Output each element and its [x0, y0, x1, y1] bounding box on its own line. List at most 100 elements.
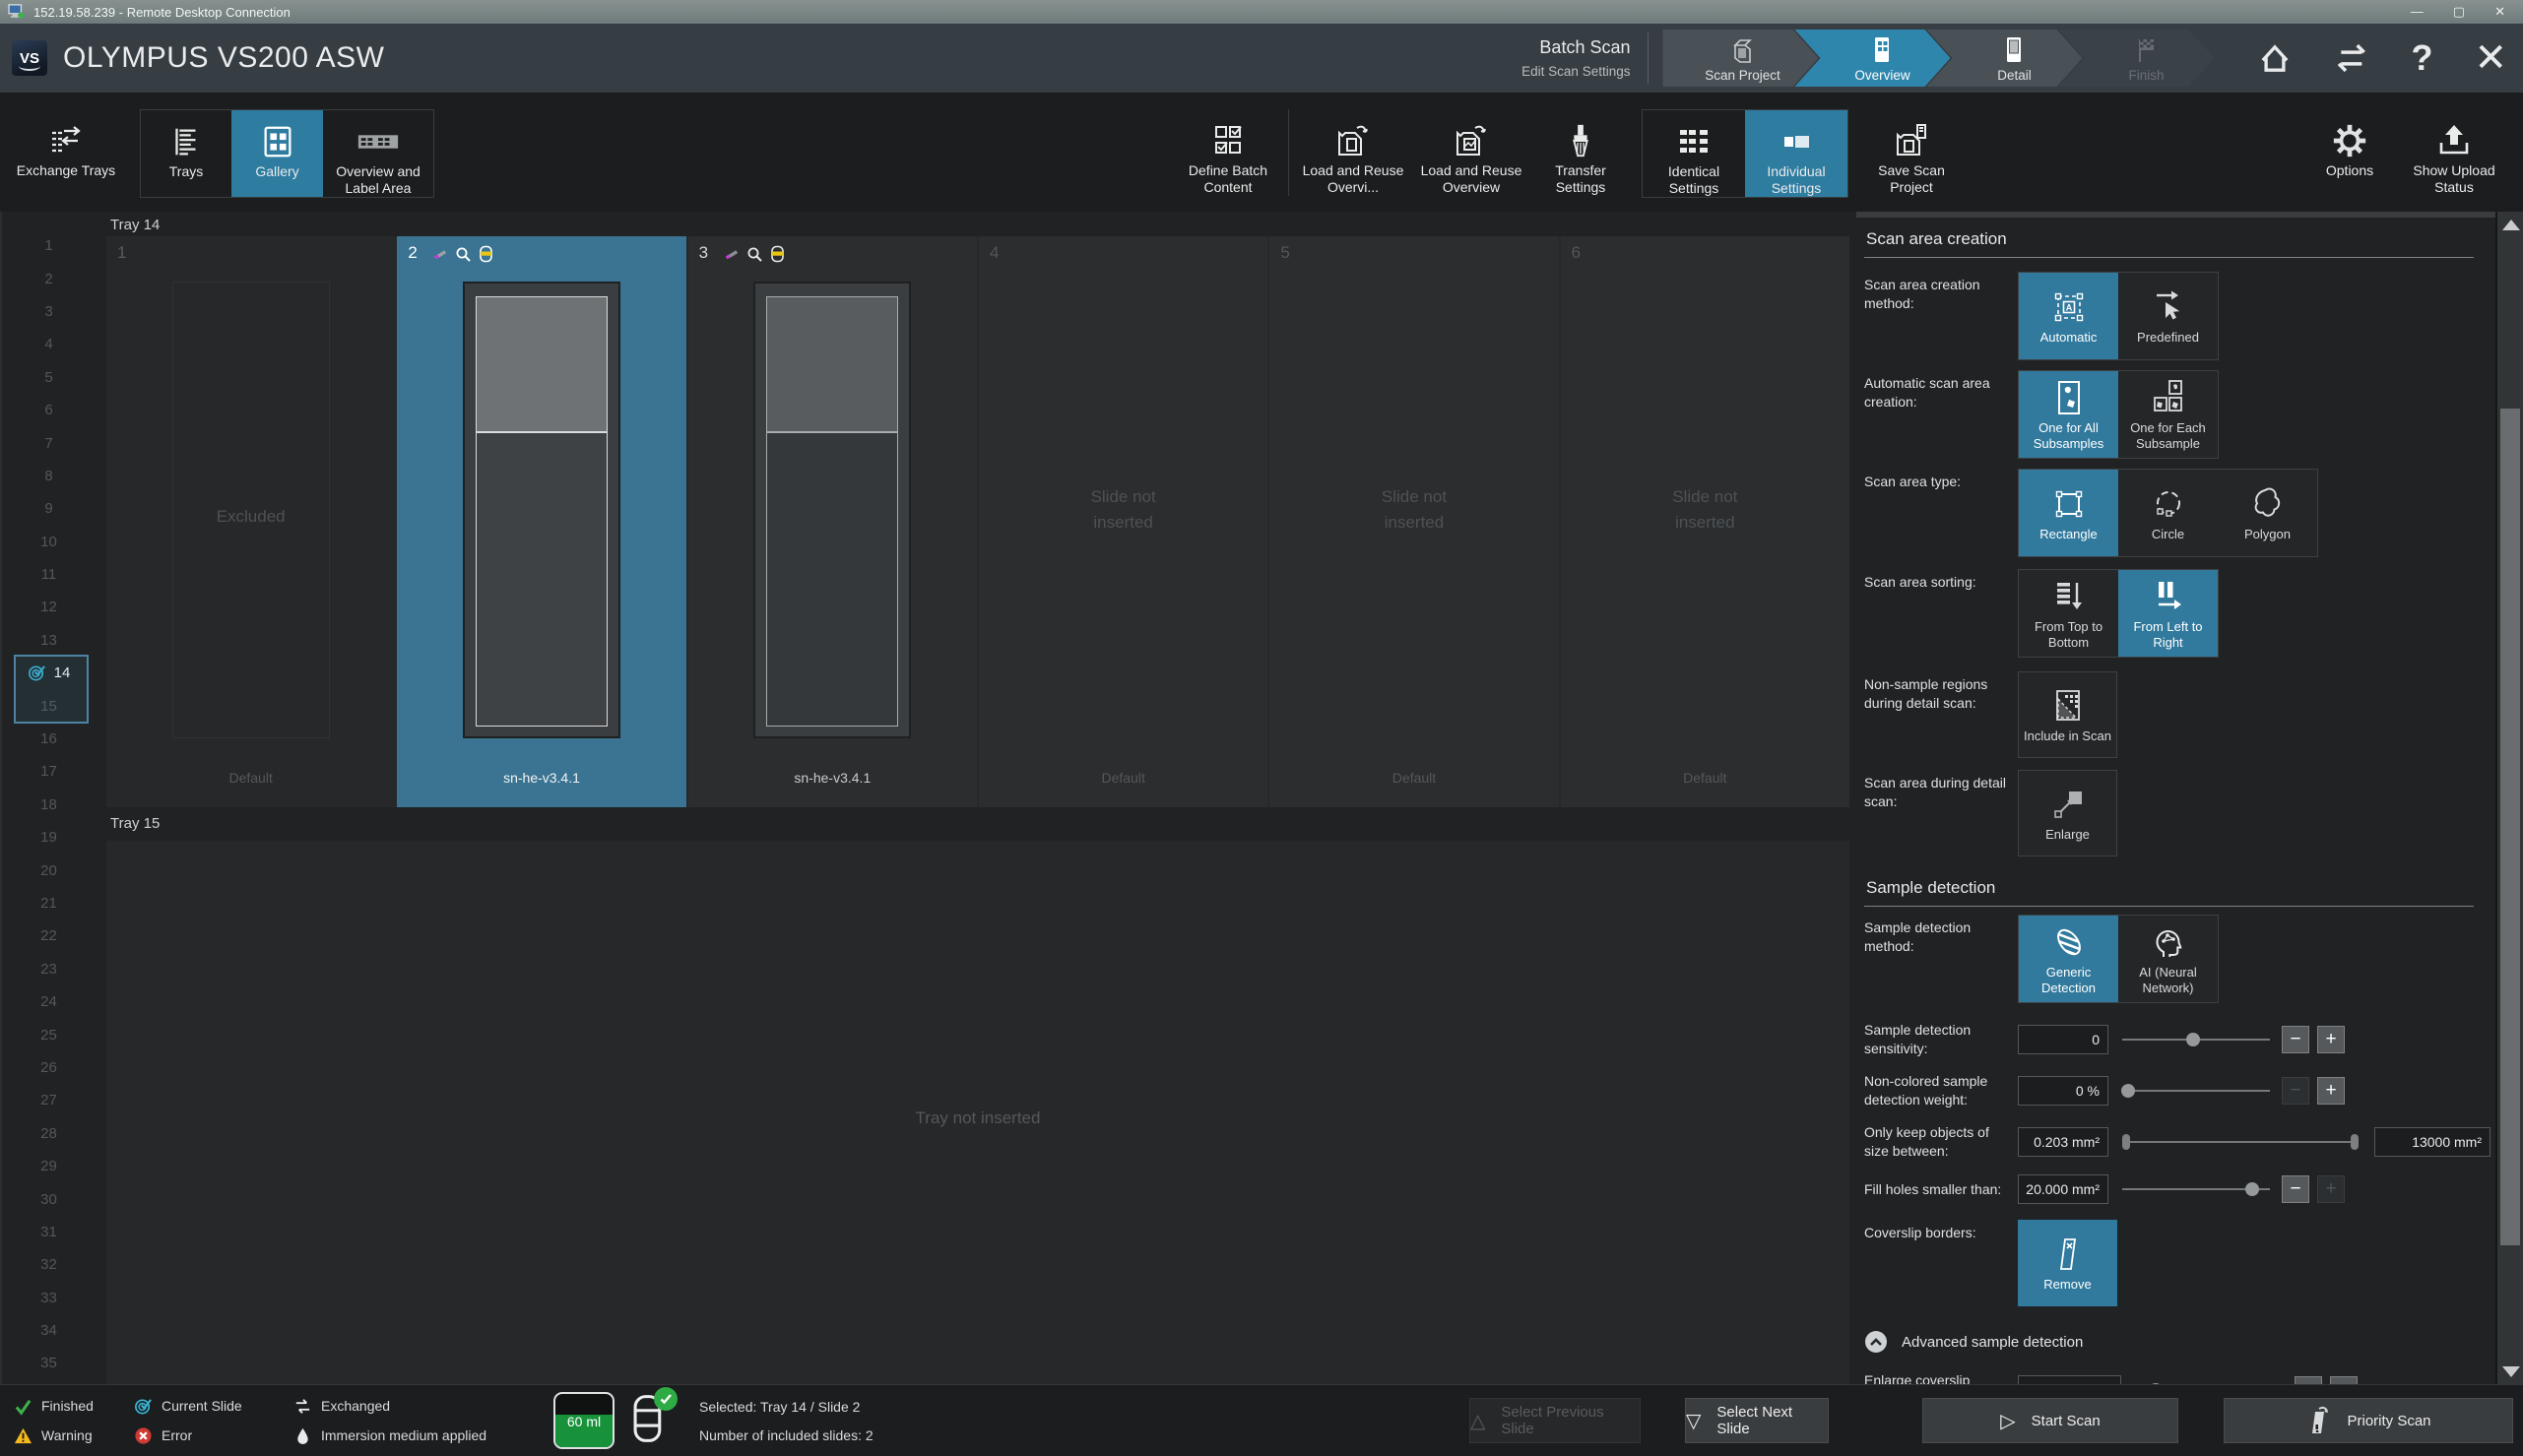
sidebar-item-tray-13[interactable]: 13 — [2, 624, 96, 657]
sidebar-item-tray-29[interactable]: 29 — [2, 1150, 96, 1182]
sidebar-item-tray-2[interactable]: 2 — [2, 262, 96, 294]
one-for-each-subsample-button[interactable]: One for Each Subsample — [2118, 371, 2218, 458]
individual-settings-button[interactable]: Individual Settings — [1745, 110, 1847, 197]
app-close-button[interactable]: ✕ — [2474, 35, 2507, 81]
sidebar-item-tray-34[interactable]: 34 — [2, 1314, 96, 1347]
sidebar-item-tray-16[interactable]: 16 — [2, 723, 96, 755]
sidebar-item-tray-8[interactable]: 8 — [2, 460, 96, 492]
enlarge-coverslip-slider[interactable] — [2135, 1376, 2283, 1384]
window-minimize-button[interactable]: — — [2411, 4, 2424, 20]
trays-button[interactable]: Trays — [141, 110, 231, 197]
fill-holes-slider[interactable] — [2122, 1175, 2270, 1203]
sidebar-item-tray-11[interactable]: 11 — [2, 558, 96, 591]
sidebar-item-tray-21[interactable]: 21 — [2, 887, 96, 919]
slide-cell-2[interactable]: 2 sn-he-v3.4.1 — [397, 236, 685, 807]
sidebar-item-tray-14[interactable]: 14 — [2, 657, 96, 689]
sensitivity-input[interactable]: 0 — [2018, 1025, 2108, 1054]
scroll-down-button[interactable] — [2497, 1359, 2523, 1384]
panel-scrollbar[interactable] — [2495, 212, 2523, 1384]
fill-holes-decrement-button[interactable] — [2282, 1175, 2309, 1203]
sidebar-item-tray-33[interactable]: 33 — [2, 1282, 96, 1314]
sidebar-item-tray-23[interactable]: 23 — [2, 953, 96, 985]
predefined-button[interactable]: Predefined — [2118, 273, 2218, 359]
sidebar-item-tray-32[interactable]: 32 — [2, 1248, 96, 1281]
sidebar-item-tray-19[interactable]: 19 — [2, 821, 96, 854]
sidebar-item-tray-30[interactable]: 30 — [2, 1182, 96, 1215]
sidebar-item-tray-12[interactable]: 12 — [2, 591, 96, 623]
fill-holes-input[interactable]: 20.000 mm² — [2018, 1174, 2108, 1204]
home-button[interactable] — [2255, 38, 2295, 78]
weight-input[interactable]: 0 % — [2018, 1076, 2108, 1106]
sidebar-item-tray-15[interactable]: 15 — [2, 689, 96, 722]
show-upload-status-button[interactable]: Show Upload Status — [2395, 109, 2513, 196]
size-max-input[interactable]: 13000 mm² — [2374, 1127, 2491, 1157]
enlarge-coverslip-input[interactable]: 200 µm — [2018, 1375, 2121, 1384]
sidebar-item-tray-1[interactable]: 1 — [2, 229, 96, 262]
sidebar-item-tray-35[interactable]: 35 — [2, 1347, 96, 1379]
slide-cell-3[interactable]: 3 sn-he-v3.4.1 — [688, 236, 977, 807]
save-scan-project-button[interactable]: Save Scan Project — [1860, 109, 1963, 196]
options-button[interactable]: Options — [2304, 109, 2395, 196]
slide-preview[interactable] — [463, 282, 620, 738]
generic-detection-button[interactable]: Generic Detection — [2019, 916, 2118, 1002]
sidebar-item-tray-31[interactable]: 31 — [2, 1216, 96, 1248]
select-next-slide-button[interactable]: ▽ Select Next Slide — [1685, 1398, 1829, 1443]
sidebar-item-tray-20[interactable]: 20 — [2, 854, 96, 886]
sidebar-item-tray-17[interactable]: 17 — [2, 755, 96, 788]
remove-coverslip-button[interactable]: Remove — [2018, 1220, 2117, 1306]
load-reuse-overview-2-button[interactable]: Load and Reuse Overview — [1411, 109, 1531, 196]
automatic-button[interactable]: A Automatic — [2019, 273, 2118, 359]
load-reuse-overview-1-button[interactable]: Load and Reuse Overvi... — [1295, 109, 1411, 196]
sidebar-item-tray-25[interactable]: 25 — [2, 1018, 96, 1050]
window-close-button[interactable]: ✕ — [2494, 4, 2505, 20]
from-top-to-bottom-button[interactable]: From Top to Bottom — [2019, 570, 2118, 657]
sidebar-item-tray-10[interactable]: 10 — [2, 526, 96, 558]
step-scan-project[interactable]: Scan Project — [1662, 30, 1818, 87]
ai-neural-network-button[interactable]: AI (Neural Network) — [2118, 916, 2218, 1002]
sidebar-item-tray-6[interactable]: 6 — [2, 394, 96, 426]
sensitivity-increment-button[interactable] — [2317, 1026, 2345, 1053]
sidebar-item-tray-26[interactable]: 26 — [2, 1051, 96, 1084]
gallery-button[interactable]: Gallery — [231, 110, 323, 197]
size-range-slider[interactable] — [2122, 1128, 2359, 1156]
sidebar-item-tray-9[interactable]: 9 — [2, 492, 96, 525]
enlarge-coverslip-increment-button[interactable] — [2330, 1376, 2358, 1384]
circle-button[interactable]: Circle — [2118, 470, 2218, 556]
sidebar-item-tray-24[interactable]: 24 — [2, 985, 96, 1018]
sidebar-item-tray-27[interactable]: 27 — [2, 1084, 96, 1116]
sidebar-item-tray-28[interactable]: 28 — [2, 1117, 96, 1150]
sidebar-item-tray-5[interactable]: 5 — [2, 361, 96, 394]
scrollbar-thumb[interactable] — [2500, 409, 2520, 1245]
window-maximize-button[interactable]: ▢ — [2453, 4, 2465, 20]
exchange-trays-button[interactable]: Exchange Trays — [6, 109, 126, 196]
priority-scan-button[interactable]: Priority Scan — [2224, 1398, 2513, 1443]
size-min-input[interactable]: 0.203 mm² — [2018, 1127, 2108, 1157]
weight-slider[interactable] — [2122, 1077, 2270, 1105]
sidebar-item-tray-4[interactable]: 4 — [2, 328, 96, 360]
identical-settings-button[interactable]: Identical Settings — [1643, 110, 1745, 197]
sidebar-item-tray-18[interactable]: 18 — [2, 789, 96, 821]
slide-cell-1[interactable]: 1 Excluded Default — [106, 236, 395, 807]
slide-preview[interactable] — [753, 282, 911, 738]
slide-cell-4[interactable]: 4 Slide not inserted Default — [979, 236, 1267, 807]
include-in-scan-button[interactable]: Include in Scan — [2018, 671, 2117, 758]
sensitivity-slider[interactable] — [2122, 1026, 2270, 1053]
enlarge-button[interactable]: Enlarge — [2018, 770, 2117, 856]
sidebar-item-tray-7[interactable]: 7 — [2, 426, 96, 459]
slide-cell-6[interactable]: 6 Slide not inserted Default — [1561, 236, 1849, 807]
rectangle-button[interactable]: Rectangle — [2019, 470, 2118, 556]
weight-increment-button[interactable] — [2317, 1077, 2345, 1105]
sensitivity-decrement-button[interactable] — [2282, 1026, 2309, 1053]
polygon-button[interactable]: Polygon — [2218, 470, 2317, 556]
transfer-settings-button[interactable]: Transfer Settings — [1531, 109, 1630, 196]
slide-cell-5[interactable]: 5 Slide not inserted Default — [1269, 236, 1558, 807]
advanced-sample-detection-header[interactable]: Advanced sample detection — [1864, 1330, 2495, 1354]
define-batch-content-button[interactable]: Define Batch Content — [1174, 109, 1282, 196]
help-button[interactable]: ? — [2411, 37, 2432, 79]
from-left-to-right-button[interactable]: From Left to Right — [2118, 570, 2218, 657]
start-scan-button[interactable]: ▷ Start Scan — [1922, 1398, 2178, 1443]
scroll-up-button[interactable] — [2497, 212, 2523, 237]
overview-label-area-button[interactable]: Overview and Label Area — [323, 110, 433, 197]
enlarge-coverslip-decrement-button[interactable] — [2295, 1376, 2322, 1384]
exchange-button[interactable] — [2332, 37, 2373, 79]
